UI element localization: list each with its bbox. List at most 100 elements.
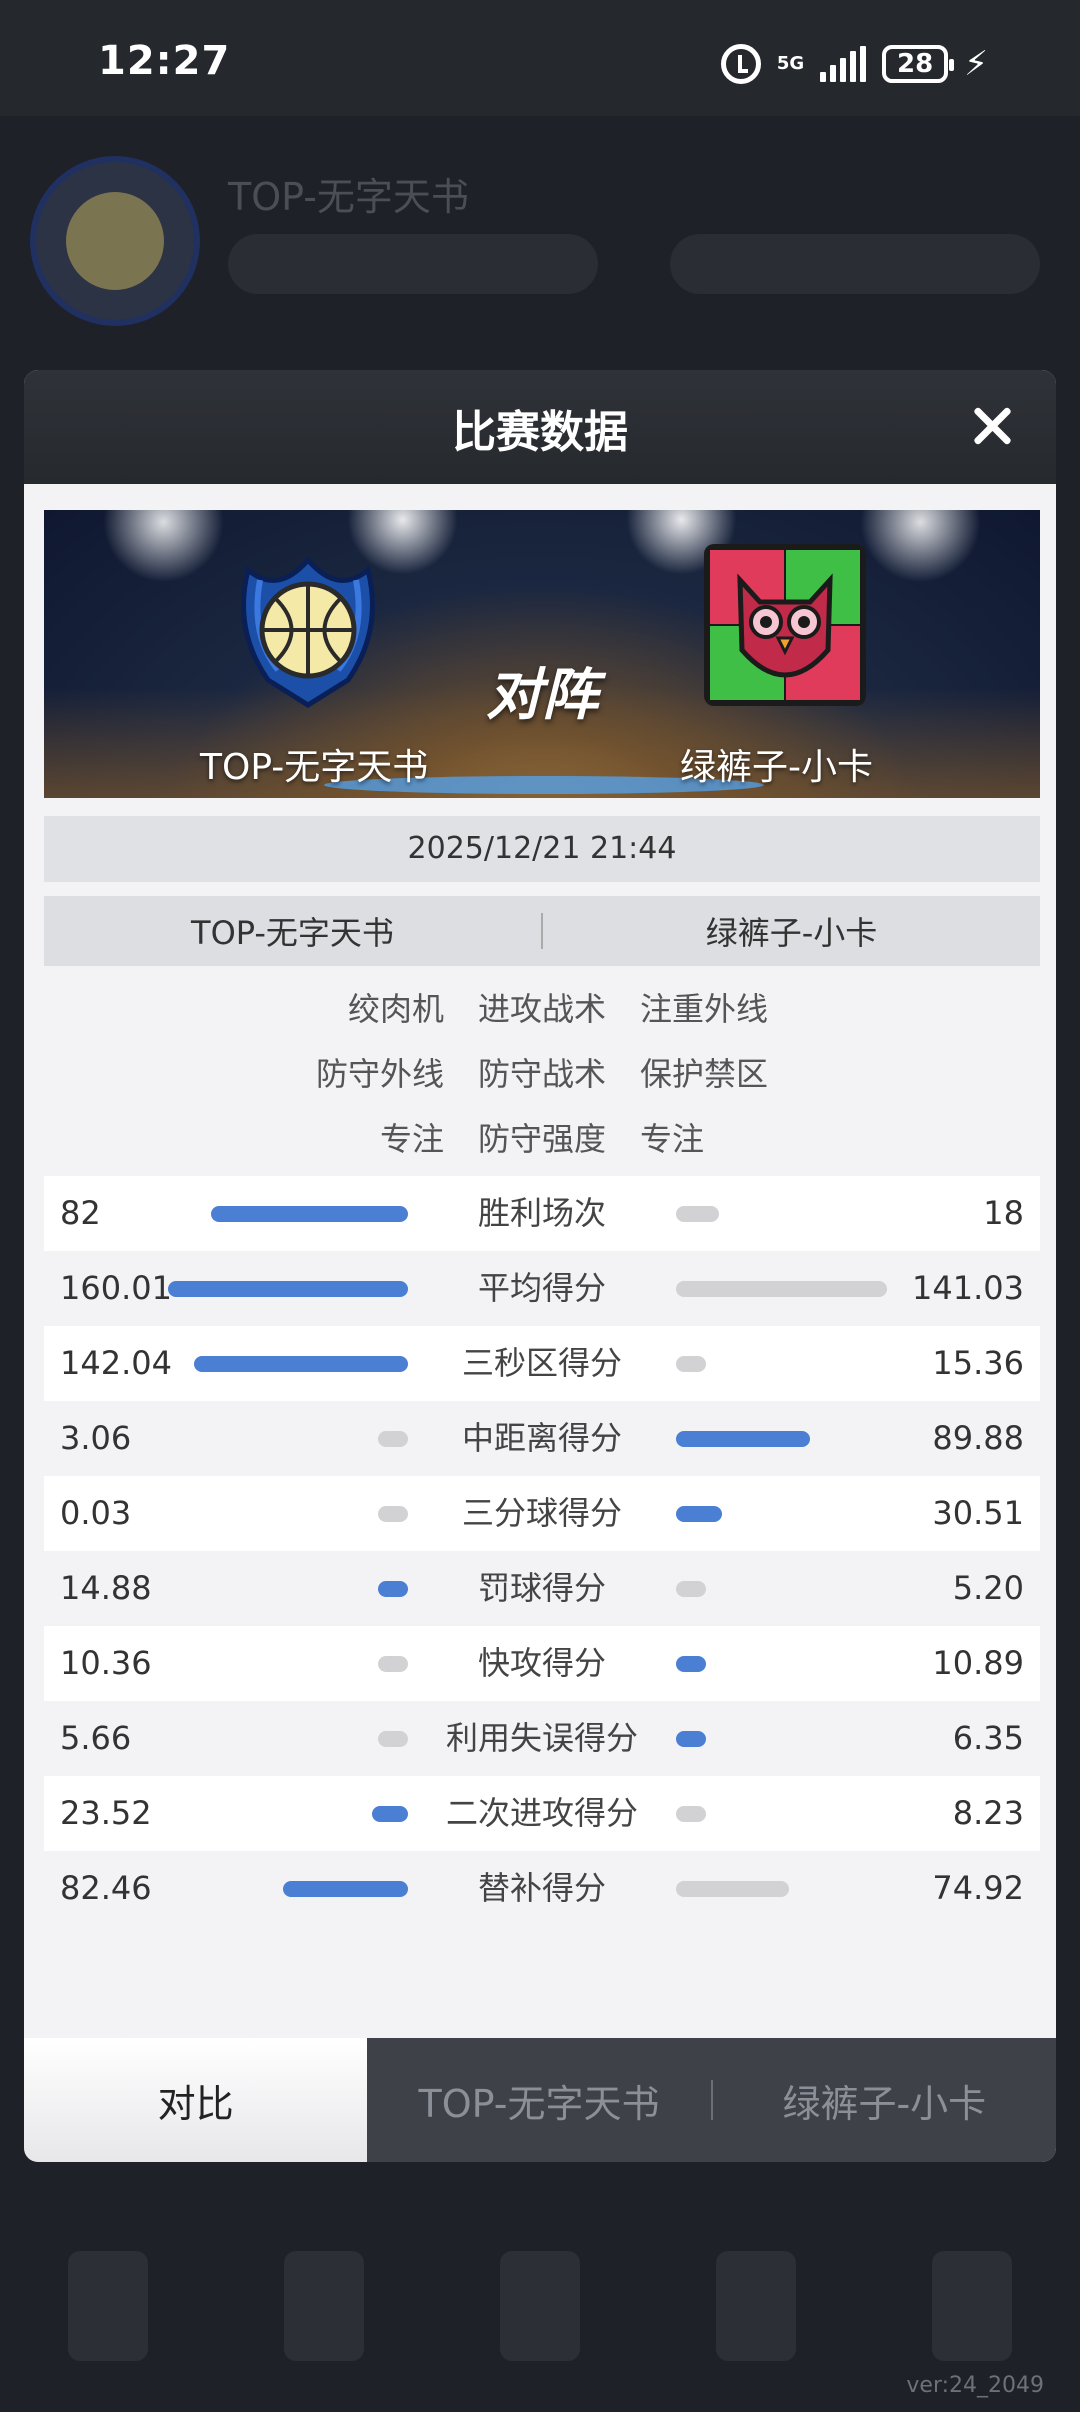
tactic-label: 进攻战术 — [477, 989, 606, 1028]
left-team-name: TOP-无字天书 — [200, 747, 429, 788]
stat-right-bar — [676, 1356, 706, 1372]
tactic-label: 防守强度 — [477, 1119, 606, 1158]
teams-header-left: TOP-无字天书 — [191, 914, 394, 952]
charging-icon: ⚡ — [964, 44, 988, 84]
tactic-left: 绞肉机 — [347, 989, 444, 1028]
stat-row: 142.04 三秒区得分 15.36 — [44, 1326, 1040, 1401]
stat-right-value: 89.88 — [932, 1419, 1024, 1457]
battery-icon: 28 — [882, 45, 955, 83]
stat-right-bar — [676, 1881, 789, 1897]
nav-icon — [68, 2251, 148, 2361]
background-team-name: TOP-无字天书 — [228, 175, 469, 219]
stat-label: 利用失误得分 — [445, 1719, 638, 1757]
stat-right-value: 30.51 — [932, 1494, 1024, 1532]
stat-right-value: 15.36 — [932, 1344, 1024, 1382]
stat-label: 罚球得分 — [477, 1569, 606, 1607]
stat-right-value: 141.03 — [912, 1269, 1024, 1307]
stat-left-value: 23.52 — [60, 1794, 152, 1832]
nav-icon — [284, 2251, 364, 2361]
dialog-title: 比赛数据 — [452, 407, 628, 458]
nav-icon — [500, 2251, 580, 2361]
stat-row: 23.52 二次进攻得分 8.23 — [44, 1776, 1040, 1851]
stat-right-value: 5.20 — [952, 1569, 1024, 1607]
match-datetime: 2025/12/21 21:44 — [44, 816, 1040, 882]
signal-icon — [820, 46, 867, 82]
tactic-right: 专注 — [640, 1119, 705, 1158]
stat-right-bar — [676, 1806, 706, 1822]
stat-row: 3.06 中距离得分 89.88 — [44, 1401, 1040, 1476]
stat-right-value: 18 — [983, 1194, 1024, 1232]
tactics-section: 绞肉机 进攻战术 注重外线 防守外线 防守战术 保护禁区 专注 防守强度 专注 — [44, 974, 1040, 1169]
stat-label: 平均得分 — [477, 1269, 606, 1307]
stat-left-bar — [372, 1806, 408, 1822]
stat-label: 快攻得分 — [477, 1644, 606, 1682]
stat-label: 三秒区得分 — [461, 1344, 622, 1382]
gem-pill — [670, 234, 1040, 294]
version-label: ver:24_2049 — [906, 2373, 1044, 2398]
stat-right-bar — [676, 1206, 719, 1222]
stat-label: 中距离得分 — [461, 1419, 622, 1457]
stat-label: 替补得分 — [477, 1869, 606, 1907]
stats-table: 82 胜利场次 18 160.01 平均得分 141.03 142.04 三秒区得分 15.36… — [44, 1176, 1040, 1926]
stat-left-bar — [378, 1506, 408, 1522]
teams-header: TOP-无字天书 绿裤子-小卡 — [44, 896, 1040, 966]
tactic-left: 防守外线 — [315, 1054, 444, 1093]
stat-label: 二次进攻得分 — [445, 1794, 638, 1832]
stat-left-bar — [283, 1881, 408, 1897]
stat-right-bar — [676, 1656, 706, 1672]
vs-label: 对阵 — [486, 663, 598, 728]
tactic-row: 防守外线 防守战术 保护禁区 — [44, 1039, 1040, 1104]
stat-right-value: 10.89 — [932, 1644, 1024, 1682]
stat-right-value: 6.35 — [952, 1719, 1024, 1757]
matchup-banner: 对阵 TOP-无字天书 绿裤子-小卡 — [44, 510, 1040, 798]
stat-label: 三分球得分 — [461, 1494, 622, 1532]
stat-left-bar — [378, 1431, 408, 1447]
stat-left-value: 14.88 — [60, 1569, 152, 1607]
stat-left-bar — [378, 1731, 408, 1747]
currency-pill — [228, 234, 598, 294]
status-icons: 5G 28 ⚡ — [720, 44, 988, 84]
nav-icon — [716, 2251, 796, 2361]
stat-row: 0.03 三分球得分 30.51 — [44, 1476, 1040, 1551]
stat-left-bar — [168, 1281, 408, 1297]
stat-left-value: 3.06 — [60, 1419, 132, 1457]
stat-right-bar — [676, 1506, 722, 1522]
stat-left-bar — [378, 1581, 408, 1597]
stat-left-bar — [194, 1356, 408, 1372]
network-type: 5G — [776, 53, 805, 74]
stat-left-value: 142.04 — [60, 1344, 172, 1382]
tactic-right: 注重外线 — [640, 989, 769, 1028]
stat-label: 胜利场次 — [477, 1194, 606, 1232]
status-bar: 12:27 5G 28 ⚡ — [0, 0, 1080, 116]
stat-right-bar — [676, 1731, 706, 1747]
tab-left-team[interactable]: TOP-无字天书 — [367, 2038, 710, 2162]
nav-icon — [932, 2251, 1012, 2361]
stat-left-bar — [211, 1206, 408, 1222]
tab-compare[interactable]: 对比 — [24, 2038, 368, 2162]
stat-right-bar — [676, 1581, 706, 1597]
stat-left-value: 160.01 — [60, 1269, 172, 1307]
stat-right-value: 8.23 — [952, 1794, 1024, 1832]
stat-left-value: 0.03 — [60, 1494, 132, 1532]
stat-left-value: 82.46 — [60, 1869, 152, 1907]
stat-row: 82.46 替补得分 74.92 — [44, 1851, 1040, 1926]
tactic-right: 保护禁区 — [640, 1054, 769, 1093]
stat-left-bar — [378, 1656, 408, 1672]
stat-row: 5.66 利用失误得分 6.35 — [44, 1701, 1040, 1776]
stat-right-bar — [676, 1281, 887, 1297]
dialog-header: 比赛数据 — [24, 370, 1056, 484]
close-icon[interactable] — [970, 404, 1014, 448]
arena-lights — [44, 510, 1040, 630]
stat-right-value: 74.92 — [932, 1869, 1024, 1907]
stat-row: 10.36 快攻得分 10.89 — [44, 1626, 1040, 1701]
match-data-dialog: 比赛数据 对阵 TOP-无字天书 绿裤子-小卡 2025/12/21 21:44… — [24, 370, 1056, 2162]
stat-row: 160.01 平均得分 141.03 — [44, 1251, 1040, 1326]
alarm-icon — [720, 44, 761, 84]
right-team-name: 绿裤子-小卡 — [680, 747, 873, 788]
tab-right-team[interactable]: 绿裤子-小卡 — [713, 2038, 1056, 2162]
tactic-left: 专注 — [379, 1119, 444, 1158]
tactic-row: 绞肉机 进攻战术 注重外线 — [44, 974, 1040, 1039]
stat-left-value: 82 — [60, 1194, 101, 1232]
tactic-label: 防守战术 — [477, 1054, 606, 1093]
dialog-tabs: 对比 TOP-无字天书 绿裤子-小卡 — [24, 2038, 1056, 2162]
